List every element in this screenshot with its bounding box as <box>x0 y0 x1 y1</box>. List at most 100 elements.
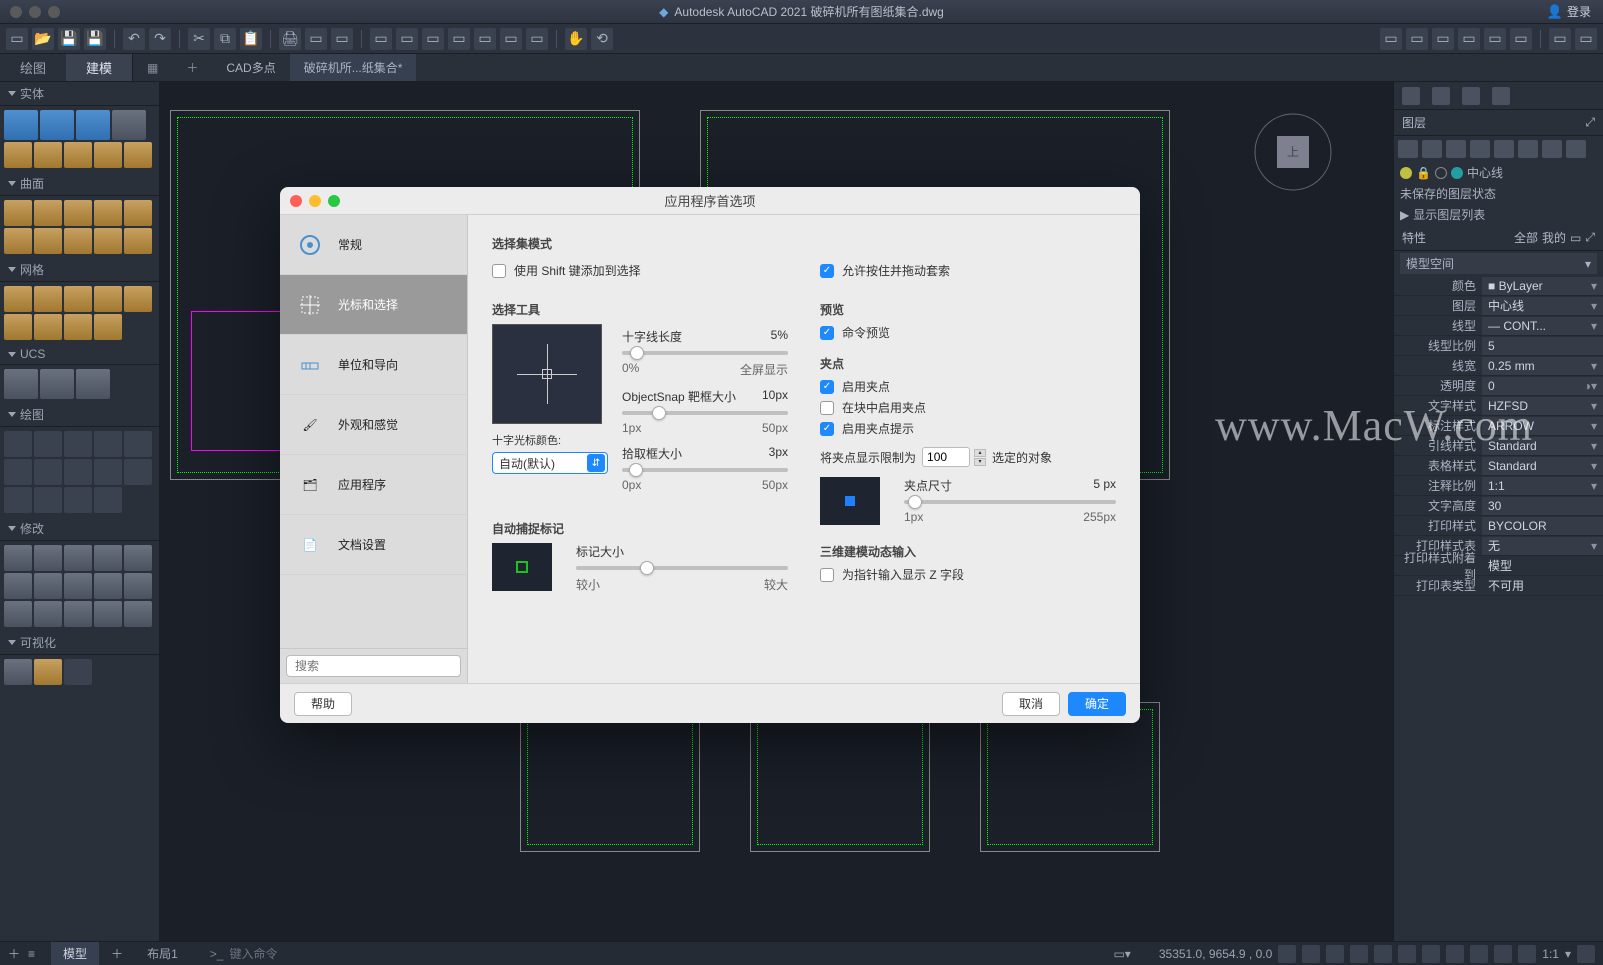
layer-tool-icon[interactable] <box>1494 140 1514 158</box>
layer-tool-icon[interactable] <box>1422 140 1442 158</box>
tool-cyl[interactable] <box>76 110 110 140</box>
status-icon[interactable] <box>1398 945 1416 963</box>
tool[interactable] <box>34 228 62 254</box>
search-input[interactable] <box>286 655 461 677</box>
chk-grip-tips[interactable]: 启用夹点提示 <box>820 420 1116 437</box>
extra-icon[interactable]: ▭ <box>526 28 548 50</box>
save-icon[interactable]: 💾 <box>58 28 80 50</box>
status-icon[interactable] <box>1494 945 1512 963</box>
tool-light[interactable] <box>4 659 32 685</box>
tool-icon[interactable]: ▭ <box>1484 28 1506 50</box>
cmd-menu-icon[interactable]: ▭▾ <box>1113 947 1130 961</box>
minimize-dot[interactable] <box>29 6 41 18</box>
tool[interactable] <box>64 286 92 312</box>
side-units[interactable]: 单位和导向 <box>280 335 467 395</box>
prop-textheight[interactable]: 30 <box>1482 497 1603 515</box>
open-icon[interactable]: 📂 <box>32 28 54 50</box>
tool[interactable] <box>94 286 122 312</box>
tool-ucs[interactable] <box>76 369 110 399</box>
tool-sphere[interactable] <box>112 110 146 140</box>
extra-icon[interactable]: ▭ <box>474 28 496 50</box>
cross-color-dropdown[interactable]: 自动(默认)⇵ <box>492 452 608 474</box>
tool[interactable] <box>124 431 152 457</box>
close-dot[interactable] <box>10 6 22 18</box>
side-doc[interactable]: 📄文档设置 <box>280 515 467 575</box>
tool-box[interactable] <box>4 110 38 140</box>
prop-plotstyletable[interactable]: 无▾ <box>1482 537 1603 555</box>
tool[interactable] <box>4 228 32 254</box>
tool[interactable] <box>64 573 92 599</box>
space-field[interactable]: 模型空间▾ <box>1400 253 1597 274</box>
chk-z-field[interactable]: 为指针输入显示 Z 字段 <box>820 566 1116 583</box>
help-button[interactable]: 帮助 <box>294 692 352 716</box>
dialog-close-dot[interactable] <box>290 195 302 207</box>
tool-ucs[interactable] <box>4 369 38 399</box>
tool[interactable] <box>34 601 62 627</box>
crosshair-slider[interactable] <box>622 351 788 355</box>
tab-grid-icon[interactable]: ▦ <box>133 54 172 81</box>
zoom-dot[interactable] <box>48 6 60 18</box>
tool-icon[interactable]: ▭ <box>1432 28 1454 50</box>
layer-tool-icon[interactable] <box>1542 140 1562 158</box>
copy-icon[interactable]: ⧉ <box>214 28 236 50</box>
status-icon[interactable] <box>1374 945 1392 963</box>
tool[interactable] <box>94 459 122 485</box>
undo-icon[interactable]: ↶ <box>123 28 145 50</box>
tool[interactable] <box>34 286 62 312</box>
section-surface[interactable]: 曲面 <box>0 172 159 196</box>
tool[interactable] <box>34 573 62 599</box>
tool[interactable] <box>4 286 32 312</box>
step-up[interactable]: ▴ <box>974 449 986 457</box>
tool[interactable] <box>94 314 122 340</box>
new-icon[interactable]: ▭ <box>6 28 28 50</box>
status-icon[interactable] <box>1350 945 1368 963</box>
tool[interactable] <box>4 459 32 485</box>
dialog-minimize-dot[interactable] <box>309 195 321 207</box>
plot-icon[interactable]: ▭ <box>331 28 353 50</box>
props-tab-mine[interactable]: 我的 <box>1542 229 1566 246</box>
tool[interactable] <box>64 228 92 254</box>
layer-tool-icon[interactable] <box>1566 140 1586 158</box>
prop-transparency[interactable]: 0◑▾ <box>1482 377 1603 395</box>
tool-icon[interactable]: ▭ <box>1575 28 1597 50</box>
tool[interactable] <box>124 142 152 168</box>
tool[interactable] <box>64 487 92 513</box>
rtab-icon[interactable] <box>1432 87 1450 105</box>
prop-textstyle[interactable]: HZFSD▾ <box>1482 397 1603 415</box>
pan-icon[interactable]: ✋ <box>565 28 587 50</box>
prop-linetype[interactable]: — CONT...▾ <box>1482 317 1603 335</box>
tool[interactable] <box>4 314 32 340</box>
status-icon[interactable] <box>1278 945 1296 963</box>
status-icon[interactable] <box>1302 945 1320 963</box>
tab-draw2d[interactable]: 绘图 <box>0 54 66 81</box>
grip-size-slider[interactable] <box>904 500 1116 504</box>
tool[interactable] <box>124 286 152 312</box>
tool[interactable] <box>4 573 32 599</box>
paste-icon[interactable]: 📋 <box>240 28 262 50</box>
tool[interactable] <box>34 487 62 513</box>
tool[interactable] <box>64 200 92 226</box>
extra-icon[interactable]: ▭ <box>396 28 418 50</box>
tool[interactable] <box>64 431 92 457</box>
scale-display[interactable]: 1:1 <box>1542 947 1559 961</box>
tool[interactable] <box>34 200 62 226</box>
side-general[interactable]: 常规 <box>280 215 467 275</box>
rtab-icon[interactable] <box>1402 87 1420 105</box>
current-layer-field[interactable]: 🔒 中心线 <box>1394 162 1603 183</box>
ok-button[interactable]: 确定 <box>1068 692 1126 716</box>
print-icon[interactable]: 🖨 <box>279 28 301 50</box>
show-layer-list[interactable]: ▶ 显示图层列表 <box>1394 204 1603 225</box>
tool[interactable] <box>124 459 152 485</box>
tool[interactable] <box>124 573 152 599</box>
props-icon[interactable]: ▭ <box>1570 231 1581 245</box>
tool[interactable] <box>124 601 152 627</box>
section-draw[interactable]: 绘图 <box>0 403 159 427</box>
tool[interactable] <box>64 142 92 168</box>
layer-tool-icon[interactable] <box>1398 140 1418 158</box>
saveas-icon[interactable]: 💾 <box>84 28 106 50</box>
tool[interactable] <box>4 487 32 513</box>
extra-icon[interactable]: ▭ <box>370 28 392 50</box>
tool-icon[interactable]: ▭ <box>1549 28 1571 50</box>
step-down[interactable]: ▾ <box>974 458 986 466</box>
section-modify[interactable]: 修改 <box>0 517 159 541</box>
